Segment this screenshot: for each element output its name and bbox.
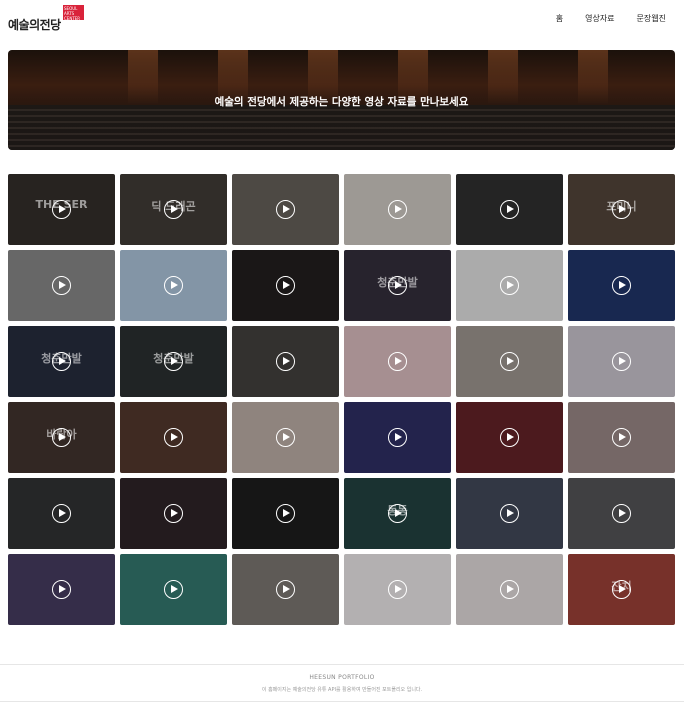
nav-webzine[interactable]: 문장웹진 <box>637 13 666 24</box>
video-card[interactable] <box>120 554 227 625</box>
play-icon[interactable] <box>164 580 183 599</box>
video-card[interactable] <box>568 250 675 321</box>
logo-mark: SEOUL ARTS CENTER <box>63 5 84 20</box>
video-card[interactable]: 포미니 <box>568 174 675 245</box>
play-icon[interactable] <box>500 352 519 371</box>
play-icon[interactable] <box>164 276 183 295</box>
play-icon[interactable] <box>500 276 519 295</box>
video-card[interactable]: 청춘만발 <box>8 326 115 397</box>
video-card[interactable] <box>456 326 563 397</box>
site-footer: HEESUN PORTFOLIO 이 홈페이지는 예술의전당 유튜 API를 활… <box>0 664 684 702</box>
video-card[interactable]: 동동 <box>344 478 451 549</box>
play-icon[interactable] <box>52 200 71 219</box>
play-icon[interactable] <box>52 352 71 371</box>
play-icon[interactable] <box>388 352 407 371</box>
play-icon[interactable] <box>52 504 71 523</box>
play-icon[interactable] <box>388 504 407 523</box>
logo-text: 예술의전당 <box>8 18 61 32</box>
hero-banner: 예술의 전당에서 제공하는 다양한 영상 자료를 만나보세요 <box>8 50 675 150</box>
nav-videos[interactable]: 영상자료 <box>585 13 614 24</box>
play-icon[interactable] <box>276 276 295 295</box>
play-icon[interactable] <box>612 200 631 219</box>
footer-brand: HEESUN PORTFOLIO <box>309 674 375 681</box>
play-icon[interactable] <box>500 504 519 523</box>
video-card[interactable]: THE SER <box>8 174 115 245</box>
play-icon[interactable] <box>500 200 519 219</box>
video-card[interactable]: 잔치 <box>568 554 675 625</box>
play-icon[interactable] <box>164 504 183 523</box>
video-card[interactable] <box>344 174 451 245</box>
play-icon[interactable] <box>164 200 183 219</box>
play-icon[interactable] <box>164 428 183 447</box>
play-icon[interactable] <box>276 200 295 219</box>
play-icon[interactable] <box>52 276 71 295</box>
play-icon[interactable] <box>52 580 71 599</box>
video-card[interactable] <box>8 554 115 625</box>
video-card[interactable] <box>456 478 563 549</box>
video-card[interactable] <box>8 250 115 321</box>
video-card[interactable] <box>8 478 115 549</box>
play-icon[interactable] <box>612 276 631 295</box>
video-card[interactable] <box>344 402 451 473</box>
play-icon[interactable] <box>276 580 295 599</box>
video-card[interactable] <box>568 326 675 397</box>
main-nav: 홈 영상자료 문장웹진 <box>556 13 666 24</box>
play-icon[interactable] <box>612 504 631 523</box>
site-header: 예술의전당 SEOUL ARTS CENTER 홈 영상자료 문장웹진 <box>0 0 684 38</box>
video-card[interactable] <box>456 554 563 625</box>
video-card[interactable] <box>120 250 227 321</box>
play-icon[interactable] <box>500 580 519 599</box>
video-card[interactable] <box>344 326 451 397</box>
video-card[interactable] <box>232 326 339 397</box>
video-card[interactable] <box>456 402 563 473</box>
video-card[interactable] <box>120 402 227 473</box>
play-icon[interactable] <box>276 352 295 371</box>
footer-note: 이 홈페이지는 예술의전당 유튜 API를 활용하여 만들어진 포트폴리오 입니… <box>261 687 423 693</box>
video-card[interactable] <box>456 174 563 245</box>
video-card[interactable] <box>232 554 339 625</box>
play-icon[interactable] <box>612 580 631 599</box>
play-icon[interactable] <box>164 352 183 371</box>
video-card[interactable] <box>232 174 339 245</box>
video-card[interactable] <box>232 478 339 549</box>
video-card[interactable] <box>232 402 339 473</box>
nav-home[interactable]: 홈 <box>556 13 563 24</box>
video-card[interactable] <box>232 250 339 321</box>
video-card[interactable]: 청춘만발 <box>344 250 451 321</box>
video-card[interactable]: 바람아 <box>8 402 115 473</box>
hero-title: 예술의 전당에서 제공하는 다양한 영상 자료를 만나보세요 <box>214 96 469 108</box>
play-icon[interactable] <box>388 428 407 447</box>
video-card[interactable] <box>120 478 227 549</box>
play-icon[interactable] <box>276 428 295 447</box>
video-card[interactable] <box>456 250 563 321</box>
video-card[interactable] <box>568 402 675 473</box>
play-icon[interactable] <box>52 428 71 447</box>
video-card[interactable]: 딕 드래곤 <box>120 174 227 245</box>
play-icon[interactable] <box>612 352 631 371</box>
play-icon[interactable] <box>500 428 519 447</box>
play-icon[interactable] <box>388 276 407 295</box>
video-card[interactable] <box>568 478 675 549</box>
play-icon[interactable] <box>388 580 407 599</box>
play-icon[interactable] <box>276 504 295 523</box>
play-icon[interactable] <box>388 200 407 219</box>
video-card[interactable]: 청춘만발 <box>120 326 227 397</box>
video-card[interactable] <box>344 554 451 625</box>
play-icon[interactable] <box>612 428 631 447</box>
video-grid: THE SER 딕 드래곤 포미니 청춘만발 청춘만발 청춘만발 바람아 동동 잔치 <box>8 174 676 625</box>
